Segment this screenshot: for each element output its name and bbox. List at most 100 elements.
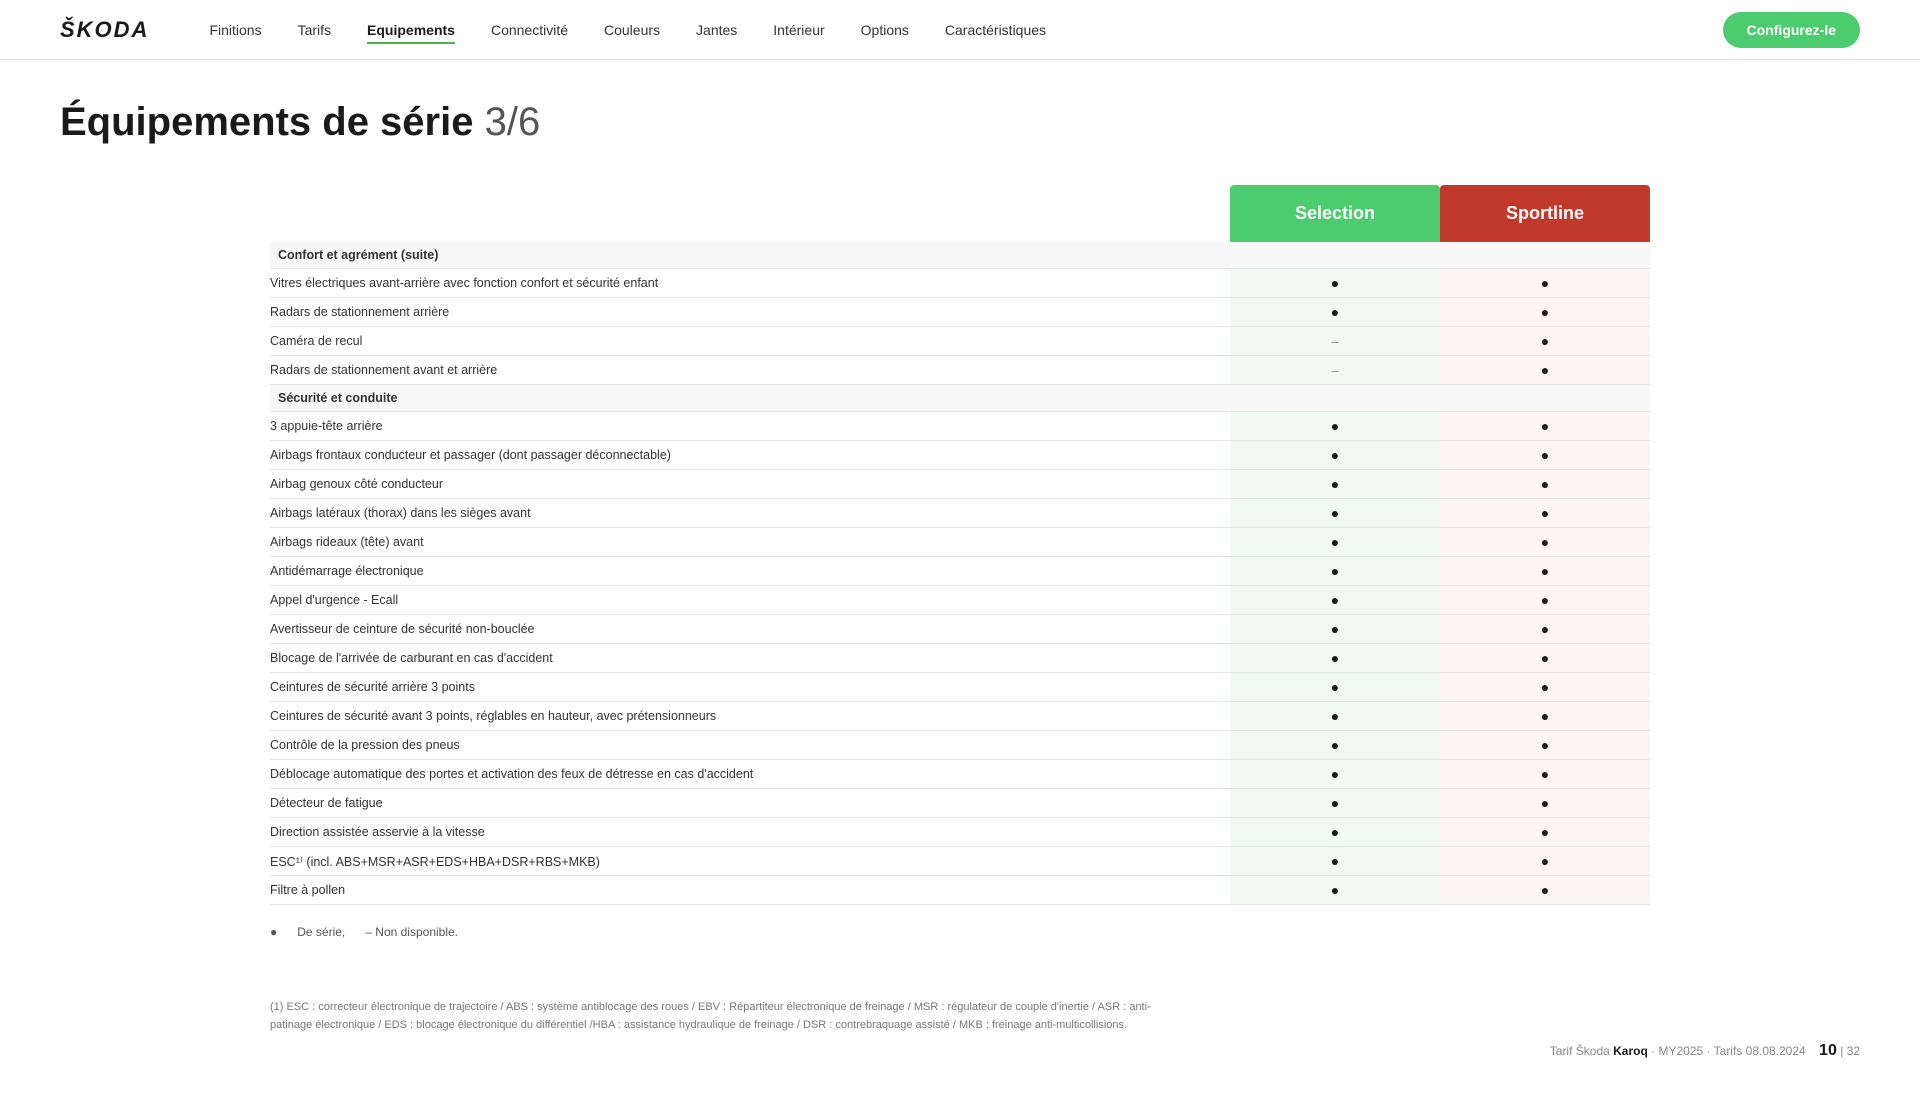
bullet-icon: ● <box>1541 766 1549 782</box>
feature-name: Ceintures de sécurité avant 3 points, ré… <box>270 702 1230 731</box>
bullet-icon: ● <box>1331 621 1339 637</box>
logo: ŠKODA <box>60 17 149 43</box>
bullet-icon: ● <box>1541 304 1549 320</box>
dash-icon: – <box>1331 363 1338 378</box>
cell-sportline: ● <box>1440 557 1650 586</box>
cell-selection: ● <box>1230 528 1440 557</box>
table-row: Direction assistée asservie à la vitesse… <box>270 818 1650 847</box>
cell-sportline: ● <box>1440 673 1650 702</box>
feature-name: 3 appuie-tête arrière <box>270 412 1230 441</box>
cell-sportline: ● <box>1440 760 1650 789</box>
table-row: Airbags rideaux (tête) avant●● <box>270 528 1650 557</box>
table-row: Appel d'urgence - Ecall●● <box>270 586 1650 615</box>
table-row: Airbag genoux côté conducteur●● <box>270 470 1650 499</box>
nav-caracteristiques[interactable]: Caractéristiques <box>945 22 1046 42</box>
legend-dash-label: – Non disponible. <box>365 925 458 939</box>
cell-selection: ● <box>1230 789 1440 818</box>
table-row: Vitres électriques avant-arrière avec fo… <box>270 269 1650 298</box>
page-step: 3/6 <box>485 100 541 144</box>
bullet-icon: ● <box>1541 333 1549 349</box>
page-title: Équipements de série 3/6 <box>60 100 1860 145</box>
cell-sportline: ● <box>1440 615 1650 644</box>
section-header-1: Sécurité et conduite <box>270 385 1650 412</box>
nav-equipements[interactable]: Equipements <box>367 22 455 44</box>
cell-selection: ● <box>1230 298 1440 327</box>
table-row: ESC¹⁾ (incl. ABS+MSR+ASR+EDS+HBA+DSR+RBS… <box>270 847 1650 876</box>
bullet-icon: ● <box>1331 882 1339 898</box>
cell-selection: ● <box>1230 818 1440 847</box>
bullet-icon: ● <box>1541 505 1549 521</box>
nav-finitions[interactable]: Finitions <box>209 22 261 42</box>
cell-selection: – <box>1230 356 1440 385</box>
table-row: Radars de stationnement avant et arrière… <box>270 356 1650 385</box>
table-row: Blocage de l'arrivée de carburant en cas… <box>270 644 1650 673</box>
bullet-icon: ● <box>1331 679 1339 695</box>
legend-bullet-label: De série, <box>297 925 345 939</box>
cell-sportline: ● <box>1440 702 1650 731</box>
bullet-icon: ● <box>1541 882 1549 898</box>
table-row: Déblocage automatique des portes et acti… <box>270 760 1650 789</box>
bullet-icon: ● <box>1331 505 1339 521</box>
nav-couleurs[interactable]: Couleurs <box>604 22 660 42</box>
bullet-icon: ● <box>1331 304 1339 320</box>
feature-name: Déblocage automatique des portes et acti… <box>270 760 1230 789</box>
nav-connectivite[interactable]: Connectivité <box>491 22 568 42</box>
feature-name: Blocage de l'arrivée de carburant en cas… <box>270 644 1230 673</box>
table-row: Airbags frontaux conducteur et passager … <box>270 441 1650 470</box>
bullet-icon: ● <box>1331 563 1339 579</box>
cell-sportline: ● <box>1440 327 1650 356</box>
footer-page-current: 10 <box>1819 1042 1837 1059</box>
footer-tarif: Tarif Škoda <box>1550 1044 1610 1058</box>
navigation: ŠKODA Finitions Tarifs Equipements Conne… <box>0 0 1920 60</box>
cell-selection: ● <box>1230 876 1440 905</box>
feature-name: Radars de stationnement avant et arrière <box>270 356 1230 385</box>
cell-sportline: ● <box>1440 269 1650 298</box>
column-headers: Selection Sportline <box>270 185 1650 242</box>
nav-interieur[interactable]: Intérieur <box>773 22 824 42</box>
legend-bullet-icon: ● <box>270 925 277 939</box>
feature-name: Avertisseur de ceinture de sécurité non-… <box>270 615 1230 644</box>
cell-sportline: ● <box>1440 731 1650 760</box>
page-content: Équipements de série 3/6 Selection Sport… <box>0 60 1920 1094</box>
bullet-icon: ● <box>1331 824 1339 840</box>
cell-selection: ● <box>1230 673 1440 702</box>
table-row: Ceintures de sécurité arrière 3 points●● <box>270 673 1650 702</box>
bullet-icon: ● <box>1541 275 1549 291</box>
bullet-icon: ● <box>1541 621 1549 637</box>
cell-selection: – <box>1230 327 1440 356</box>
cell-selection: ● <box>1230 557 1440 586</box>
configurez-button[interactable]: Configurez-le <box>1723 12 1860 48</box>
nav-options[interactable]: Options <box>861 22 909 42</box>
bullet-icon: ● <box>1541 853 1549 869</box>
bullet-icon: ● <box>1331 737 1339 753</box>
cell-selection: ● <box>1230 470 1440 499</box>
legend: ● De série, – Non disponible. <box>270 925 1650 939</box>
bullet-icon: ● <box>1541 476 1549 492</box>
col-header-empty <box>270 185 1230 242</box>
bullet-icon: ● <box>1541 362 1549 378</box>
cell-selection: ● <box>1230 615 1440 644</box>
table-row: Radars de stationnement arrière●● <box>270 298 1650 327</box>
cell-sportline: ● <box>1440 818 1650 847</box>
table-row: Airbags latéraux (thorax) dans les siège… <box>270 499 1650 528</box>
cell-selection: ● <box>1230 760 1440 789</box>
cell-sportline: ● <box>1440 470 1650 499</box>
cell-sportline: ● <box>1440 586 1650 615</box>
bullet-icon: ● <box>1331 476 1339 492</box>
feature-name: Antidémarrage électronique <box>270 557 1230 586</box>
cell-selection: ● <box>1230 499 1440 528</box>
cell-selection: ● <box>1230 269 1440 298</box>
feature-name: Vitres électriques avant-arrière avec fo… <box>270 269 1230 298</box>
bullet-icon: ● <box>1541 592 1549 608</box>
bullet-icon: ● <box>1541 447 1549 463</box>
nav-tarifs[interactable]: Tarifs <box>298 22 331 42</box>
bullet-icon: ● <box>1541 418 1549 434</box>
dash-icon: – <box>1331 334 1338 349</box>
cell-sportline: ● <box>1440 876 1650 905</box>
cell-sportline: ● <box>1440 847 1650 876</box>
feature-name: Contrôle de la pression des pneus <box>270 731 1230 760</box>
feature-name: Direction assistée asservie à la vitesse <box>270 818 1230 847</box>
table-row: Détecteur de fatigue●● <box>270 789 1650 818</box>
nav-jantes[interactable]: Jantes <box>696 22 737 42</box>
page-footer: Tarif Škoda Karoq · MY2025 · Tarifs 08.0… <box>1550 1042 1860 1060</box>
